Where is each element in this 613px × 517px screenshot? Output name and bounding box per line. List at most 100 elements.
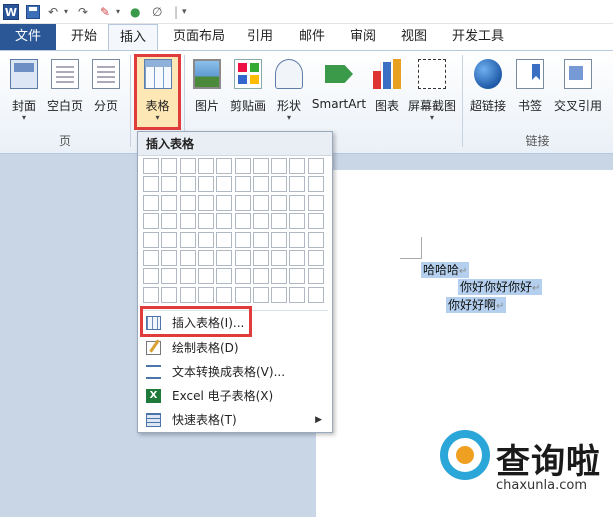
table-grid-cell[interactable] <box>143 213 159 230</box>
picture-button[interactable]: 图片 <box>190 55 224 133</box>
tab-insert[interactable]: 插入 <box>108 24 158 51</box>
table-grid-cell[interactable] <box>307 158 324 174</box>
clear-format-icon[interactable]: ∅ <box>152 3 162 21</box>
table-grid-cell[interactable] <box>216 231 233 248</box>
table-grid-cell[interactable] <box>271 286 288 303</box>
blank-page-button[interactable]: 空白页 <box>44 55 86 133</box>
table-grid-cell[interactable] <box>307 268 324 285</box>
table-grid-cell[interactable] <box>197 176 214 193</box>
table-grid-cell[interactable] <box>271 268 288 285</box>
table-button[interactable]: 表格 ▾ <box>137 55 178 133</box>
redo-icon[interactable]: ↷ <box>78 3 88 21</box>
table-grid-cell[interactable] <box>271 250 288 266</box>
table-grid-cell[interactable] <box>234 176 251 193</box>
table-grid-cell[interactable] <box>271 158 288 174</box>
table-grid-cell[interactable] <box>234 268 251 285</box>
table-grid-cell[interactable] <box>307 286 324 303</box>
table-grid-cell[interactable] <box>289 176 306 193</box>
table-grid-cell[interactable] <box>271 194 288 211</box>
table-grid-cell[interactable] <box>216 176 233 193</box>
hyperlink-button[interactable]: 超链接 <box>466 55 510 133</box>
tab-references[interactable]: 引用 <box>238 24 282 50</box>
table-grid-cell[interactable] <box>197 158 214 174</box>
table-grid-cell[interactable] <box>216 158 233 174</box>
tab-home[interactable]: 开始 <box>62 24 106 50</box>
table-grid-cell[interactable] <box>307 250 324 266</box>
format-painter-dropdown-icon[interactable]: ▾ <box>116 3 120 21</box>
screenshot-button[interactable]: 屏幕截图 ▾ <box>406 55 458 133</box>
shapes-button[interactable]: 形状 ▾ <box>272 55 306 133</box>
table-grid-cell[interactable] <box>252 231 269 248</box>
table-grid-cell[interactable] <box>197 194 214 211</box>
table-grid-cell[interactable] <box>179 250 196 266</box>
table-grid-cell[interactable] <box>179 286 196 303</box>
table-grid-cell[interactable] <box>161 268 178 285</box>
color-icon[interactable]: ● <box>130 3 140 21</box>
quick-tables-menu-item[interactable]: 快速表格(T) ▶ <box>142 409 328 431</box>
tab-developer[interactable]: 开发工具 <box>446 24 510 50</box>
table-grid-cell[interactable] <box>289 194 306 211</box>
table-grid-cell[interactable] <box>216 250 233 266</box>
table-grid-cell[interactable] <box>161 176 178 193</box>
table-grid-cell[interactable] <box>161 213 178 230</box>
table-grid-cell[interactable] <box>143 176 159 193</box>
bookmark-button[interactable]: 书签 <box>512 55 548 133</box>
clip-art-button[interactable]: 剪贴画 <box>226 55 270 133</box>
table-grid-cell[interactable] <box>271 176 288 193</box>
cover-page-button[interactable]: 封面 ▾ <box>6 55 42 133</box>
table-grid-cell[interactable] <box>307 213 324 230</box>
undo-dropdown-icon[interactable]: ▾ <box>64 3 68 21</box>
tab-page-layout[interactable]: 页面布局 <box>166 24 232 50</box>
table-grid-cell[interactable] <box>179 213 196 230</box>
table-grid-cell[interactable] <box>289 268 306 285</box>
table-grid-cell[interactable] <box>143 250 159 266</box>
table-grid-cell[interactable] <box>143 194 159 211</box>
table-grid-cell[interactable] <box>289 286 306 303</box>
table-grid-cell[interactable] <box>197 213 214 230</box>
convert-text-to-table-menu-item[interactable]: 文本转换成表格(V)... <box>142 361 328 383</box>
table-grid-cell[interactable] <box>271 213 288 230</box>
undo-icon[interactable]: ↶ <box>48 3 58 21</box>
smartart-button[interactable]: SmartArt <box>310 55 368 133</box>
tab-review[interactable]: 审阅 <box>341 24 385 50</box>
tab-view[interactable]: 视图 <box>392 24 436 50</box>
table-grid-cell[interactable] <box>252 286 269 303</box>
table-grid-cell[interactable] <box>143 158 159 174</box>
table-grid-cell[interactable] <box>161 286 178 303</box>
table-grid-cell[interactable] <box>161 158 178 174</box>
document-line[interactable]: 哈哈哈↵ <box>421 262 470 278</box>
tab-file[interactable]: 文件 <box>0 24 56 50</box>
tab-mailings[interactable]: 邮件 <box>290 24 334 50</box>
table-grid-cell[interactable] <box>216 194 233 211</box>
table-grid-cell[interactable] <box>289 213 306 230</box>
customize-qat-icon[interactable]: ▾ <box>182 3 187 21</box>
table-grid-cell[interactable] <box>179 176 196 193</box>
table-grid-cell[interactable] <box>289 158 306 174</box>
table-grid-cell[interactable] <box>234 286 251 303</box>
table-grid-cell[interactable] <box>234 231 251 248</box>
table-grid-cell[interactable] <box>307 176 324 193</box>
table-grid-cell[interactable] <box>161 231 178 248</box>
table-grid-cell[interactable] <box>197 286 214 303</box>
table-grid-cell[interactable] <box>179 158 196 174</box>
draw-table-menu-item[interactable]: 绘制表格(D) <box>142 337 328 359</box>
table-grid-cell[interactable] <box>143 286 159 303</box>
table-grid-cell[interactable] <box>252 268 269 285</box>
page-break-button[interactable]: 分页 <box>88 55 124 133</box>
table-grid-cell[interactable] <box>216 268 233 285</box>
table-grid-cell[interactable] <box>197 250 214 266</box>
table-grid-cell[interactable] <box>161 194 178 211</box>
table-grid-cell[interactable] <box>252 194 269 211</box>
table-grid-cell[interactable] <box>234 194 251 211</box>
table-grid-cell[interactable] <box>307 194 324 211</box>
table-grid-cell[interactable] <box>216 213 233 230</box>
table-grid-cell[interactable] <box>289 231 306 248</box>
table-grid-cell[interactable] <box>307 231 324 248</box>
table-grid-cell[interactable] <box>143 231 159 248</box>
table-grid-cell[interactable] <box>252 158 269 174</box>
table-grid-cell[interactable] <box>179 231 196 248</box>
table-grid-cell[interactable] <box>197 268 214 285</box>
table-grid-cell[interactable] <box>289 250 306 266</box>
table-grid-cell[interactable] <box>252 250 269 266</box>
table-grid-cell[interactable] <box>234 158 251 174</box>
